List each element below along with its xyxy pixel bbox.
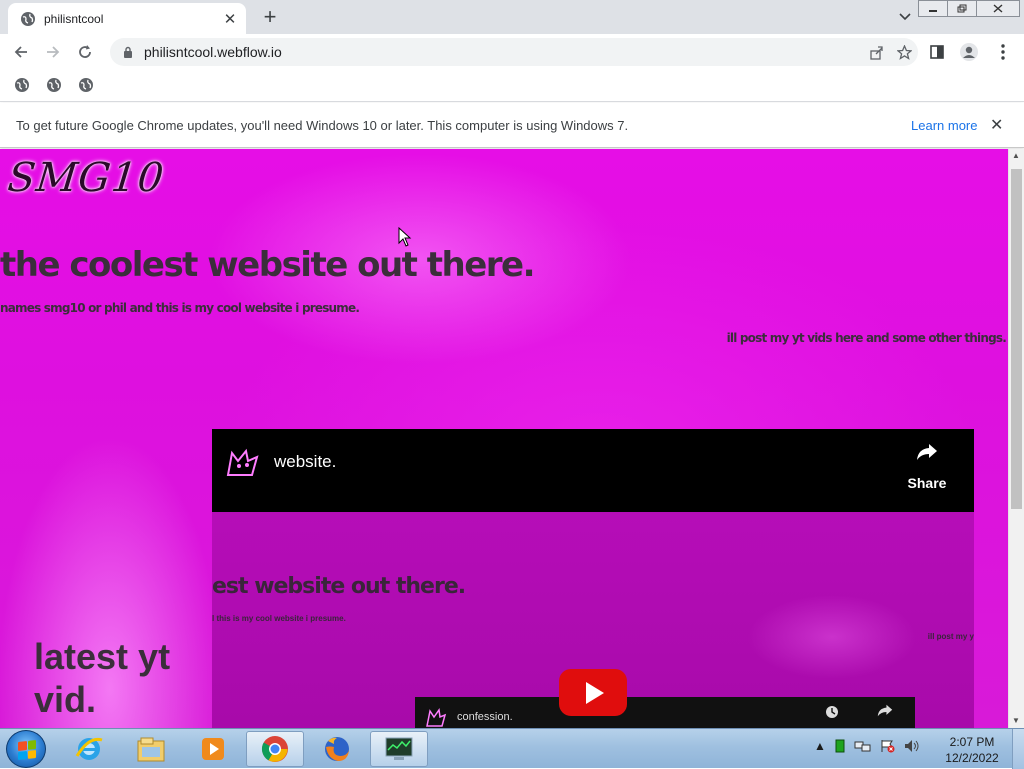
windows-taskbar: ▲ 2:07 PM 12/2/2022 (0, 728, 1024, 769)
note-text: ill post my yt vids here and some other … (726, 331, 1007, 345)
play-triangle-icon (586, 681, 604, 704)
bookmark-globe-icon[interactable] (78, 77, 94, 93)
globe-icon (21, 11, 35, 26)
learn-more-link[interactable]: Learn more (911, 118, 977, 133)
internet-explorer-icon[interactable] (60, 731, 118, 767)
url-text[interactable]: philisntcool.webflow.io (144, 44, 862, 60)
thumbnail-intro-text: l this is my cool website i presume. (212, 614, 346, 623)
file-explorer-icon[interactable] (122, 731, 180, 767)
browser-tab[interactable]: philisntcool ✕ (8, 3, 246, 34)
video-thumbnail[interactable]: est website out there. l this is my cool… (212, 512, 974, 728)
close-window-button[interactable] (976, 0, 1020, 17)
back-arrow-icon[interactable] (8, 39, 34, 65)
hero-heading: the coolest website out there. (0, 245, 536, 285)
address-bar[interactable]: philisntcool.webflow.io (110, 38, 918, 66)
network-icon[interactable] (854, 739, 872, 753)
tab-search-chevron-icon[interactable] (894, 6, 916, 28)
share-page-icon[interactable] (862, 39, 890, 65)
bookmark-globe-icon[interactable] (46, 77, 62, 93)
thumbnail-note-text: ill post my y (927, 632, 974, 641)
bookmark-globe-icon[interactable] (14, 77, 30, 93)
share-label: Share (907, 475, 947, 491)
tab-title: philisntcool (44, 11, 104, 26)
media-player-icon[interactable] (184, 731, 242, 767)
youtube-embed[interactable]: website. Share est website out there. l … (212, 429, 974, 728)
window-controls (918, 0, 1020, 17)
show-desktop-button[interactable] (1012, 729, 1024, 769)
bookmarks-bar (0, 70, 1024, 102)
share-button[interactable]: Share (904, 443, 950, 491)
chrome-icon[interactable] (246, 731, 304, 767)
taskbar-clock[interactable]: 2:07 PM 12/2/2022 (940, 734, 1004, 766)
scroll-down-arrow-icon[interactable]: ▼ (1012, 716, 1020, 725)
nested-share-icon (877, 704, 893, 720)
update-infobar: To get future Google Chrome updates, you… (0, 103, 1024, 148)
nested-video-bar: confession. (415, 697, 915, 728)
restore-button[interactable] (947, 0, 977, 17)
show-hidden-icons-arrow-icon[interactable]: ▲ (814, 739, 826, 753)
bookmark-star-icon[interactable] (890, 39, 918, 65)
action-center-flag-icon[interactable] (880, 739, 896, 753)
intro-text: names smg10 or phil and this is my cool … (0, 301, 360, 315)
page-scrollbar[interactable]: ▲ ▼ (1008, 149, 1024, 728)
menu-kebab-icon[interactable] (990, 39, 1016, 65)
side-panel-icon[interactable] (924, 39, 950, 65)
clock-date: 12/2/2022 (945, 751, 999, 765)
watch-later-clock-icon (825, 705, 839, 722)
minimize-button[interactable] (918, 0, 948, 17)
new-tab-button[interactable]: + (256, 4, 284, 29)
start-button[interactable] (6, 730, 46, 768)
browser-toolbar: philisntcool.webflow.io (0, 34, 1024, 70)
reload-icon[interactable] (72, 39, 98, 65)
nested-channel-avatar-icon (426, 708, 447, 727)
thumbnail-hero-text: est website out there. (212, 574, 466, 599)
browser-title-bar: philisntcool ✕ + (0, 0, 1024, 34)
clock-time: 2:07 PM (949, 735, 995, 749)
play-button[interactable] (559, 669, 627, 716)
task-manager-icon[interactable] (370, 731, 428, 767)
system-tray: ▲ (814, 739, 920, 753)
forward-arrow-icon[interactable] (40, 39, 66, 65)
page-viewport: SMG10 the coolest website out there. nam… (0, 149, 1008, 728)
nested-video-title: confession. (457, 711, 513, 723)
video-header: website. Share (212, 429, 974, 512)
video-title[interactable]: website. (274, 452, 336, 472)
share-arrow-icon (904, 443, 950, 467)
firefox-icon[interactable] (308, 731, 366, 767)
battery-status-icon[interactable] (834, 739, 846, 753)
mouse-cursor-icon (398, 227, 412, 247)
lock-icon (124, 46, 132, 58)
scroll-thumb[interactable] (1011, 169, 1022, 509)
site-logo[interactable]: SMG10 (6, 155, 167, 201)
volume-icon[interactable] (904, 739, 920, 753)
latest-video-heading: latest yt vid. (34, 636, 171, 720)
scroll-up-arrow-icon[interactable]: ▲ (1012, 151, 1020, 160)
channel-avatar-icon[interactable] (224, 445, 260, 481)
infobar-close-icon[interactable]: ✕ (990, 115, 1003, 135)
tab-close-button[interactable]: ✕ (218, 7, 242, 31)
windows-logo-icon (18, 740, 36, 760)
profile-avatar-icon[interactable] (956, 39, 982, 65)
infobar-message: To get future Google Chrome updates, you… (16, 118, 629, 133)
